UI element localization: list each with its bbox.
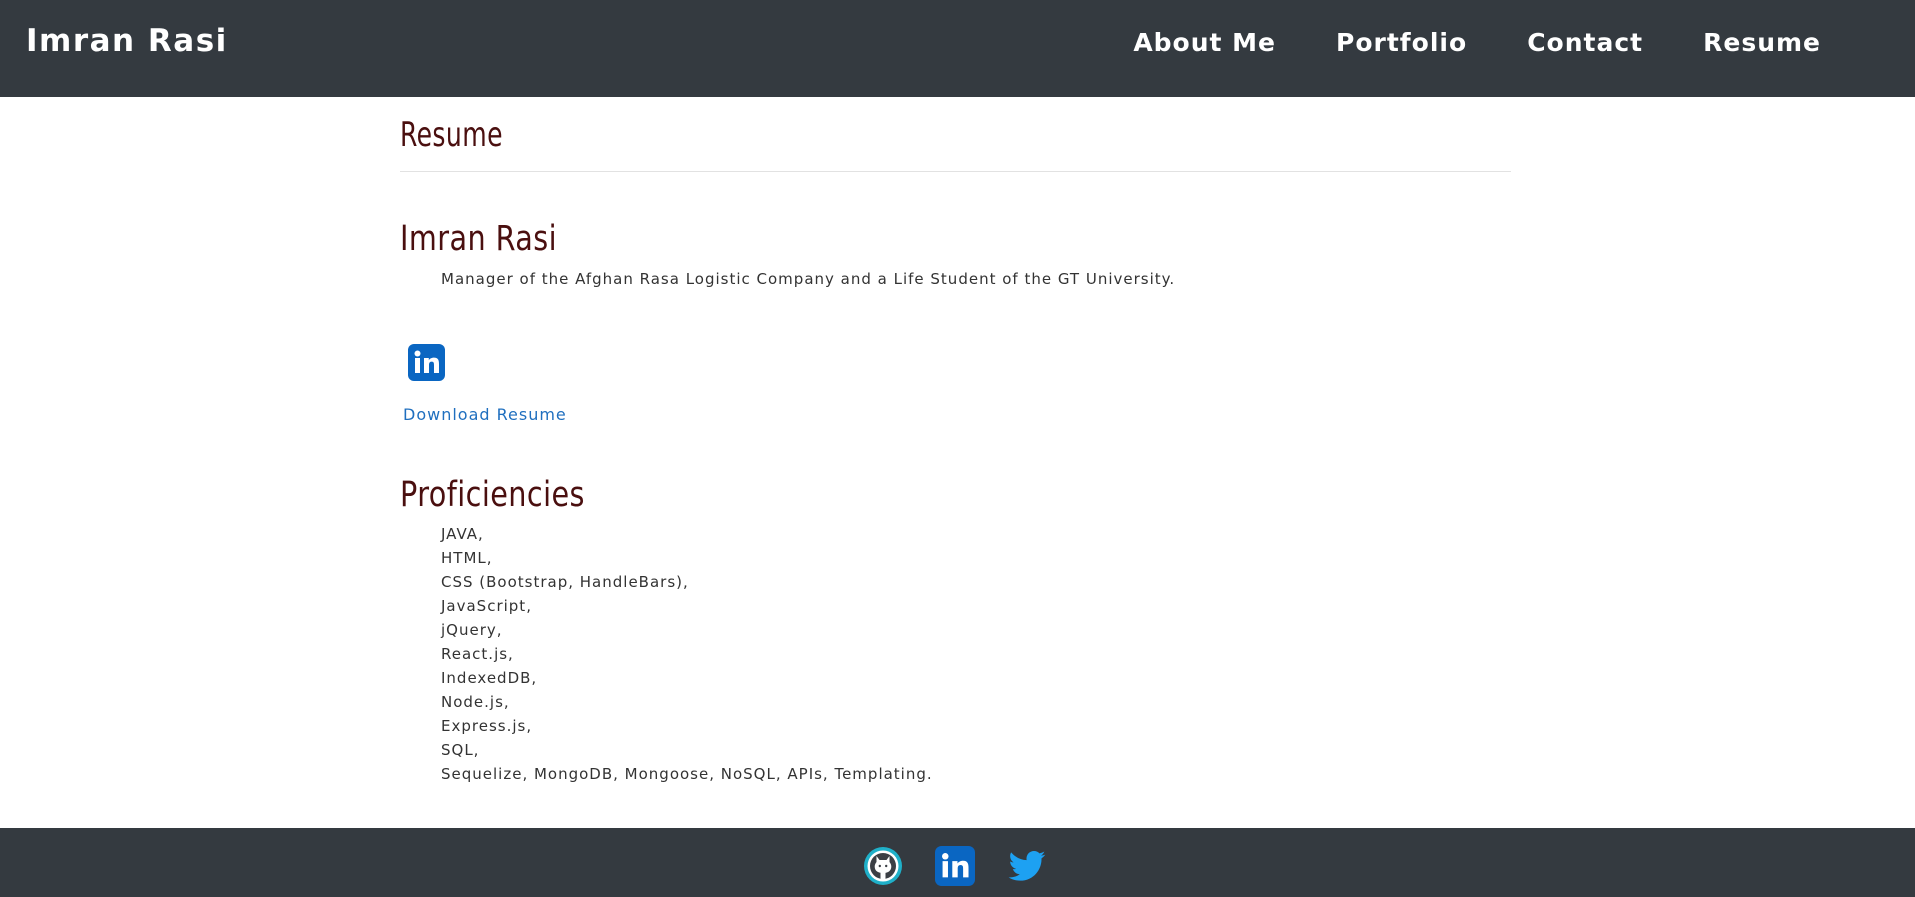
main-content: Resume Imran Rasi Manager of the Afghan … <box>400 97 1511 783</box>
list-item: CSS (Bootstrap, HandleBars), <box>441 573 689 591</box>
bio-text: Manager of the Afghan Rasa Logistic Comp… <box>441 270 1176 288</box>
proficiencies-heading: Proficiencies <box>400 475 585 515</box>
linkedin-icon[interactable] <box>935 846 975 886</box>
nav-link-resume[interactable]: Resume <box>1703 28 1821 57</box>
download-resume-link[interactable]: Download Resume <box>403 405 567 424</box>
nav-link-portfolio[interactable]: Portfolio <box>1336 28 1467 57</box>
list-item: JAVA, <box>441 525 484 543</box>
brand-logo-text[interactable]: Imran Rasi <box>26 23 228 59</box>
github-icon[interactable] <box>863 846 903 886</box>
list-item: SQL, <box>441 741 480 759</box>
linkedin-icon[interactable] <box>408 344 445 381</box>
footer-social-icons <box>863 846 1047 886</box>
list-item: HTML, <box>441 549 493 567</box>
proficiencies-list: JAVA, HTML, CSS (Bootstrap, HandleBars),… <box>441 522 933 786</box>
list-item: Sequelize, MongoDB, Mongoose, NoSQL, API… <box>441 765 933 783</box>
nav-link-contact[interactable]: Contact <box>1527 28 1643 57</box>
list-item: Express.js, <box>441 717 533 735</box>
list-item: jQuery, <box>441 621 503 639</box>
footer <box>0 828 1915 897</box>
twitter-icon[interactable] <box>1007 846 1047 886</box>
list-item: React.js, <box>441 645 514 663</box>
name-heading: Imran Rasi <box>400 219 558 259</box>
nav-link-about-me[interactable]: About Me <box>1133 28 1276 57</box>
list-item: JavaScript, <box>441 597 532 615</box>
nav-links: About Me Portfolio Contact Resume <box>1133 28 1821 57</box>
list-item: IndexedDB, <box>441 669 538 687</box>
title-divider <box>400 171 1511 172</box>
page-title: Resume <box>400 115 503 155</box>
navbar: Imran Rasi About Me Portfolio Contact Re… <box>0 0 1915 97</box>
list-item: Node.js, <box>441 693 510 711</box>
